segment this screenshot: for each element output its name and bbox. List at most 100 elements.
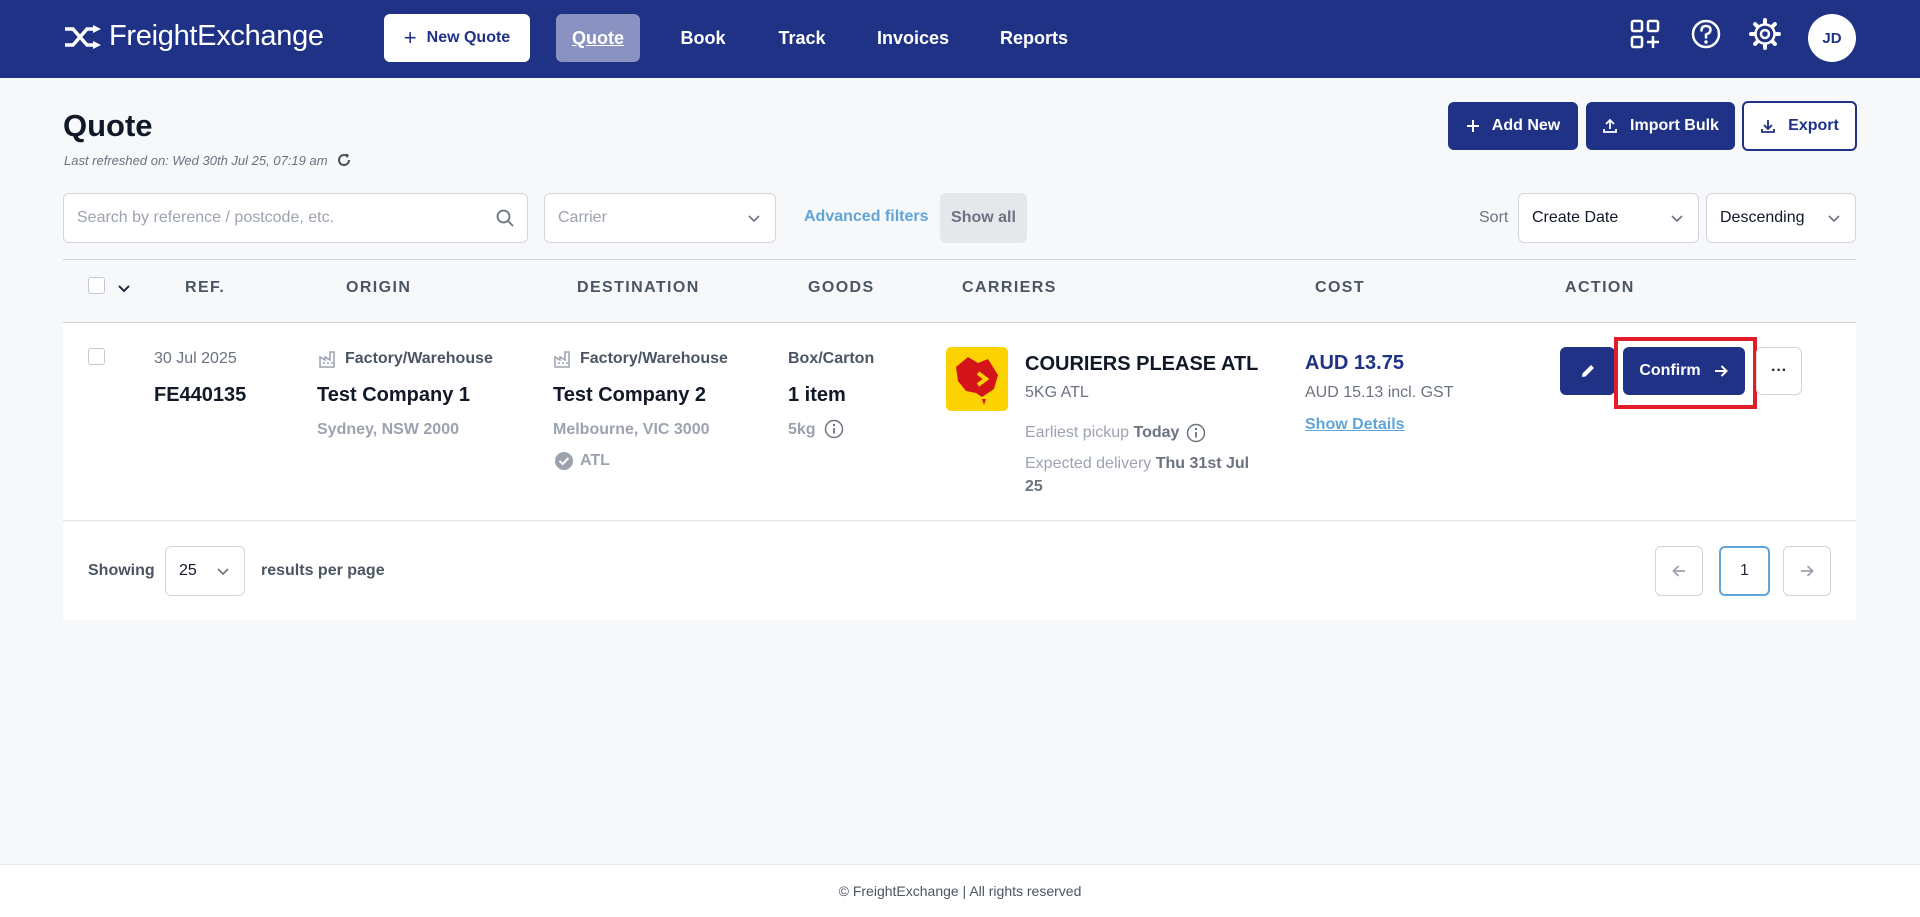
sort-field-select[interactable]: Create Date <box>1518 193 1699 243</box>
edit-button[interactable] <box>1560 347 1615 395</box>
settings-gear-icon[interactable] <box>1748 17 1782 51</box>
chevron-down-icon <box>1828 215 1840 223</box>
arrow-right-icon <box>1714 365 1728 377</box>
show-all-button[interactable]: Show all <box>940 193 1027 243</box>
footer-text: © FreightExchange | All rights reserved <box>838 883 1082 899</box>
app-name: FreightExchange <box>109 20 324 52</box>
per-page-select[interactable]: 25 <box>165 546 245 596</box>
import-bulk-button[interactable]: Import Bulk <box>1586 102 1735 150</box>
download-icon <box>1761 120 1776 133</box>
delivery-label: Expected delivery <box>1025 455 1152 472</box>
nav-item-track[interactable]: Track <box>764 14 840 62</box>
export-label: Export <box>1788 117 1839 134</box>
search-icon[interactable] <box>495 208 515 228</box>
pickup-value: Today <box>1133 424 1180 441</box>
confirm-button[interactable]: Confirm <box>1623 347 1745 395</box>
column-header-carriers[interactable]: CARRIERS <box>962 279 1057 297</box>
per-page-suffix: results per page <box>261 562 385 579</box>
earliest-pickup: Earliest pickup Today <box>1025 424 1179 442</box>
info-icon[interactable] <box>824 419 844 439</box>
sort-order-value: Descending <box>1720 209 1805 226</box>
carrier-select-placeholder: Carrier <box>558 209 607 226</box>
quote-date: 30 Jul 2025 <box>154 350 237 367</box>
column-header-action: ACTION <box>1565 279 1635 296</box>
chevron-down-icon <box>748 215 760 223</box>
cost-incl-gst: AUD 15.13 incl. GST <box>1305 384 1454 401</box>
destination-location: Melbourne, VIC 3000 <box>553 421 710 438</box>
last-refreshed-text: Last refreshed on: Wed 30th Jul 25, 07:1… <box>64 152 328 168</box>
nav-item-reports[interactable]: Reports <box>990 14 1078 62</box>
refresh-icon[interactable] <box>336 152 352 168</box>
nav-item-invoices[interactable]: Invoices <box>866 14 960 62</box>
user-avatar[interactable]: JD <box>1808 14 1856 62</box>
goods-type: Box/Carton <box>788 350 875 367</box>
showing-label: Showing <box>88 562 155 579</box>
column-header-origin[interactable]: ORIGIN <box>346 279 411 297</box>
plus-icon <box>1466 120 1479 132</box>
next-page-button[interactable] <box>1783 546 1831 596</box>
sort-field-value: Create Date <box>1532 209 1619 226</box>
pencil-icon <box>1581 365 1594 377</box>
footer: © FreightExchange | All rights reserved <box>0 864 1920 917</box>
more-options-button[interactable]: ··· <box>1756 347 1802 395</box>
carrier-service: 5KG ATL <box>1025 384 1089 401</box>
destination-type: Factory/Warehouse <box>580 350 728 367</box>
nav-item-book[interactable]: Book <box>664 14 742 62</box>
prev-page-button[interactable] <box>1655 546 1703 596</box>
goods-count: 1 item <box>788 384 846 406</box>
per-page-value: 25 <box>179 562 197 579</box>
help-icon[interactable] <box>1689 17 1723 51</box>
show-details-link[interactable]: Show Details <box>1305 416 1405 434</box>
check-circle-icon <box>555 452 573 470</box>
couriers-please-logo-icon <box>956 357 998 405</box>
top-navbar: FreightExchange + New Quote Quote Book T… <box>0 0 1920 78</box>
advanced-filters-link[interactable]: Advanced filters <box>804 208 928 226</box>
nav-item-quote[interactable]: Quote <box>556 14 640 62</box>
add-new-label: Add New <box>1491 117 1561 134</box>
add-new-button[interactable]: Add New <box>1448 102 1578 150</box>
new-quote-button[interactable]: + New Quote <box>384 14 530 62</box>
select-all-checkbox[interactable] <box>88 277 105 294</box>
pickup-label: Earliest pickup <box>1025 424 1130 441</box>
new-quote-label: New Quote <box>426 29 511 46</box>
last-refreshed: Last refreshed on: Wed 30th Jul 25, 07:1… <box>64 152 352 168</box>
import-bulk-label: Import Bulk <box>1630 117 1719 134</box>
factory-icon <box>319 351 335 368</box>
destination-company: Test Company 2 <box>553 384 706 406</box>
app-logo[interactable]: FreightExchange <box>63 20 324 53</box>
search-box <box>63 193 528 243</box>
row-checkbox[interactable] <box>88 348 105 365</box>
origin-company: Test Company 1 <box>317 384 470 406</box>
carrier-select[interactable]: Carrier <box>544 193 776 243</box>
destination-tag: ATL <box>580 452 610 469</box>
upload-icon <box>1603 118 1617 133</box>
carrier-logo <box>946 347 1008 411</box>
column-header-goods[interactable]: GOODS <box>808 279 875 297</box>
cost-value: AUD 13.75 <box>1305 352 1404 374</box>
chevron-down-icon <box>1671 215 1683 223</box>
page-title: Quote <box>63 108 153 143</box>
origin-type: Factory/Warehouse <box>345 350 493 367</box>
sort-label: Sort <box>1479 209 1509 226</box>
chevron-down-icon[interactable] <box>117 281 131 295</box>
column-header-destination[interactable]: DESTINATION <box>577 279 700 297</box>
factory-icon <box>554 351 570 368</box>
arrow-right-icon <box>1801 565 1814 577</box>
column-header-ref[interactable]: REF. <box>185 279 225 297</box>
logo-icon <box>65 24 101 49</box>
arrow-left-icon <box>1672 565 1685 577</box>
chevron-down-icon <box>217 568 229 576</box>
info-icon[interactable] <box>1186 423 1206 443</box>
quote-ref[interactable]: FE440135 <box>154 384 246 407</box>
goods-weight: 5kg <box>788 421 816 438</box>
apps-add-icon[interactable] <box>1628 17 1662 51</box>
export-button[interactable]: Export <box>1742 101 1857 151</box>
column-header-cost[interactable]: COST <box>1315 279 1365 297</box>
search-input[interactable] <box>64 194 474 242</box>
origin-location: Sydney, NSW 2000 <box>317 421 459 438</box>
page-number-current[interactable]: 1 <box>1719 546 1770 596</box>
carrier-name: COURIERS PLEASE ATL <box>1025 353 1259 375</box>
expected-delivery: Expected delivery Thu 31st Jul 25 <box>1025 452 1255 498</box>
plus-icon: + <box>403 25 417 50</box>
sort-order-select[interactable]: Descending <box>1706 193 1856 243</box>
